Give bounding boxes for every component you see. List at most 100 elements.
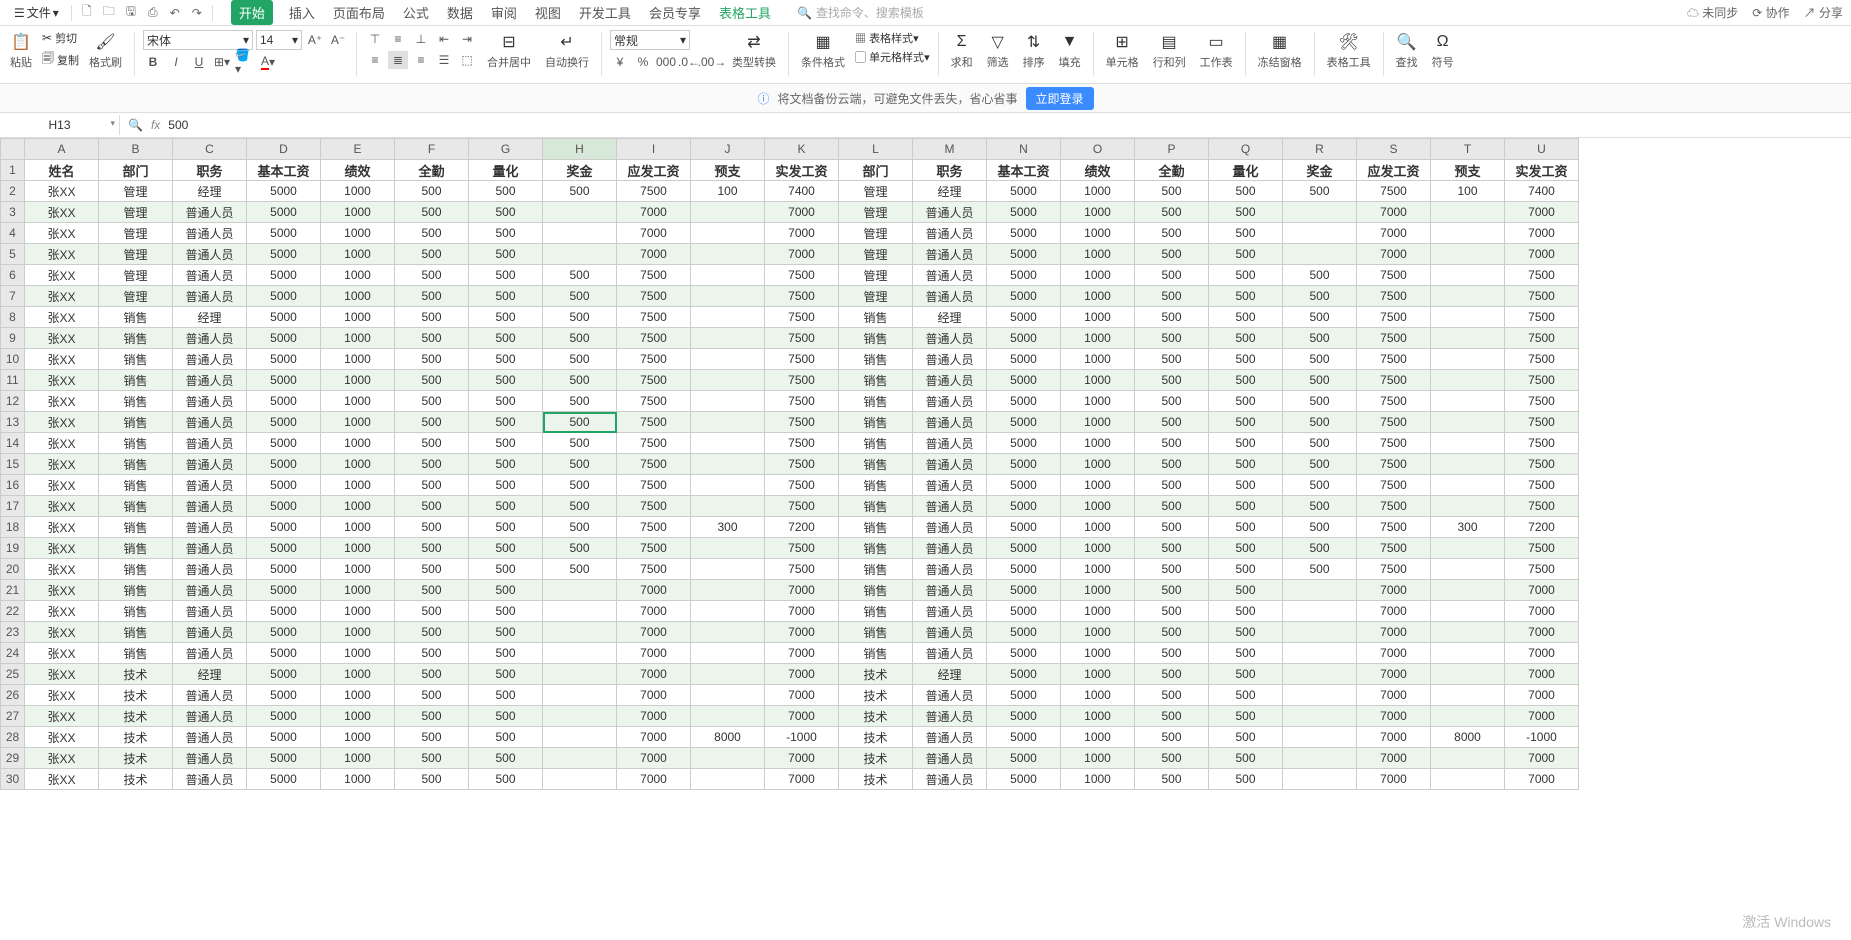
- cell[interactable]: 500: [395, 496, 469, 517]
- cell[interactable]: 7000: [765, 202, 839, 223]
- cell[interactable]: 销售: [99, 643, 173, 664]
- cell[interactable]: 管理: [99, 244, 173, 265]
- cell[interactable]: [1283, 664, 1357, 685]
- cell[interactable]: [691, 580, 765, 601]
- ribbon-tab-5[interactable]: 审阅: [489, 0, 519, 25]
- cell[interactable]: 1000: [321, 223, 395, 244]
- cell[interactable]: 500: [543, 475, 617, 496]
- cell[interactable]: 5000: [247, 538, 321, 559]
- cell[interactable]: 1000: [1061, 664, 1135, 685]
- cell[interactable]: [691, 307, 765, 328]
- cell[interactable]: 全勤: [395, 160, 469, 181]
- format-painter-button[interactable]: 🖌格式刷: [85, 30, 126, 72]
- cell[interactable]: 500: [1135, 601, 1209, 622]
- cell[interactable]: 7500: [765, 559, 839, 580]
- cell[interactable]: 5000: [987, 580, 1061, 601]
- rowcol-button[interactable]: ▤行和列: [1149, 30, 1190, 72]
- cell[interactable]: 500: [1135, 517, 1209, 538]
- cell[interactable]: 普通人员: [913, 601, 987, 622]
- cell[interactable]: 实发工资: [765, 160, 839, 181]
- cell[interactable]: 500: [1209, 664, 1283, 685]
- cell[interactable]: 普通人员: [173, 685, 247, 706]
- cell[interactable]: 5000: [247, 181, 321, 202]
- cell[interactable]: 量化: [469, 160, 543, 181]
- cell[interactable]: 500: [469, 370, 543, 391]
- cell[interactable]: [691, 601, 765, 622]
- cell[interactable]: 1000: [321, 265, 395, 286]
- cell[interactable]: 1000: [1061, 496, 1135, 517]
- cell[interactable]: 500: [395, 706, 469, 727]
- cell[interactable]: 500: [1209, 286, 1283, 307]
- cell[interactable]: [691, 496, 765, 517]
- cell[interactable]: 7000: [617, 706, 691, 727]
- cell[interactable]: 7000: [765, 223, 839, 244]
- cell[interactable]: 5000: [987, 244, 1061, 265]
- cell[interactable]: 1000: [321, 244, 395, 265]
- cell[interactable]: 500: [469, 328, 543, 349]
- spreadsheet-grid[interactable]: ABCDEFGHIJKLMNOPQRSTU1姓名部门职务基本工资绩效全勤量化奖金…: [0, 138, 1851, 940]
- cell[interactable]: 7500: [1505, 391, 1579, 412]
- cell[interactable]: 500: [543, 496, 617, 517]
- cell[interactable]: 张XX: [25, 685, 99, 706]
- cell[interactable]: 7200: [765, 517, 839, 538]
- cell[interactable]: 普通人员: [173, 706, 247, 727]
- cell[interactable]: 500: [1283, 538, 1357, 559]
- col-header-R[interactable]: R: [1283, 139, 1357, 160]
- cell[interactable]: 普通人员: [913, 496, 987, 517]
- cell[interactable]: 500: [395, 181, 469, 202]
- ribbon-tab-2[interactable]: 页面布局: [331, 0, 387, 25]
- cell[interactable]: 普通人员: [913, 265, 987, 286]
- row-header-13[interactable]: 13: [1, 412, 25, 433]
- cell[interactable]: 500: [1283, 349, 1357, 370]
- cell[interactable]: 500: [1209, 622, 1283, 643]
- cell[interactable]: 7500: [617, 349, 691, 370]
- col-header-G[interactable]: G: [469, 139, 543, 160]
- paste-button[interactable]: 📋粘贴: [6, 30, 36, 72]
- row-header-7[interactable]: 7: [1, 286, 25, 307]
- cell[interactable]: 500: [469, 769, 543, 790]
- cell[interactable]: [691, 328, 765, 349]
- cell[interactable]: 7000: [617, 643, 691, 664]
- cell[interactable]: 7500: [617, 328, 691, 349]
- cell[interactable]: 普通人员: [913, 223, 987, 244]
- cell[interactable]: 5000: [987, 286, 1061, 307]
- row-header-21[interactable]: 21: [1, 580, 25, 601]
- cell[interactable]: 销售: [839, 307, 913, 328]
- cell[interactable]: 500: [1135, 244, 1209, 265]
- cell[interactable]: 7500: [765, 286, 839, 307]
- cell[interactable]: 500: [395, 349, 469, 370]
- cell[interactable]: 7500: [617, 496, 691, 517]
- cell[interactable]: 普通人员: [913, 412, 987, 433]
- cell[interactable]: 普通人员: [913, 769, 987, 790]
- cell[interactable]: 销售: [839, 454, 913, 475]
- cell[interactable]: 500: [395, 748, 469, 769]
- cond-format-button[interactable]: ▦条件格式: [797, 30, 849, 72]
- cell[interactable]: 销售: [839, 580, 913, 601]
- cell[interactable]: 5000: [987, 601, 1061, 622]
- cell[interactable]: [1431, 454, 1505, 475]
- cell[interactable]: 7500: [765, 496, 839, 517]
- cell[interactable]: 普通人员: [913, 622, 987, 643]
- cell[interactable]: 7500: [1357, 349, 1431, 370]
- cell[interactable]: 500: [469, 706, 543, 727]
- cell[interactable]: 5000: [247, 748, 321, 769]
- cell[interactable]: 500: [1283, 517, 1357, 538]
- row-header-26[interactable]: 26: [1, 685, 25, 706]
- cell[interactable]: 1000: [321, 538, 395, 559]
- cell[interactable]: 7000: [617, 685, 691, 706]
- cell[interactable]: 销售: [99, 559, 173, 580]
- cell[interactable]: 5000: [247, 412, 321, 433]
- cell[interactable]: 500: [1209, 265, 1283, 286]
- cell[interactable]: 普通人员: [173, 538, 247, 559]
- cell[interactable]: [1431, 202, 1505, 223]
- cell[interactable]: 普通人员: [913, 706, 987, 727]
- cell[interactable]: 销售: [99, 622, 173, 643]
- cell[interactable]: 7500: [765, 412, 839, 433]
- cell[interactable]: [1431, 307, 1505, 328]
- col-header-N[interactable]: N: [987, 139, 1061, 160]
- cell[interactable]: [1283, 727, 1357, 748]
- cell[interactable]: 销售: [839, 622, 913, 643]
- cell[interactable]: 5000: [987, 622, 1061, 643]
- cell[interactable]: 1000: [1061, 244, 1135, 265]
- row-header-4[interactable]: 4: [1, 223, 25, 244]
